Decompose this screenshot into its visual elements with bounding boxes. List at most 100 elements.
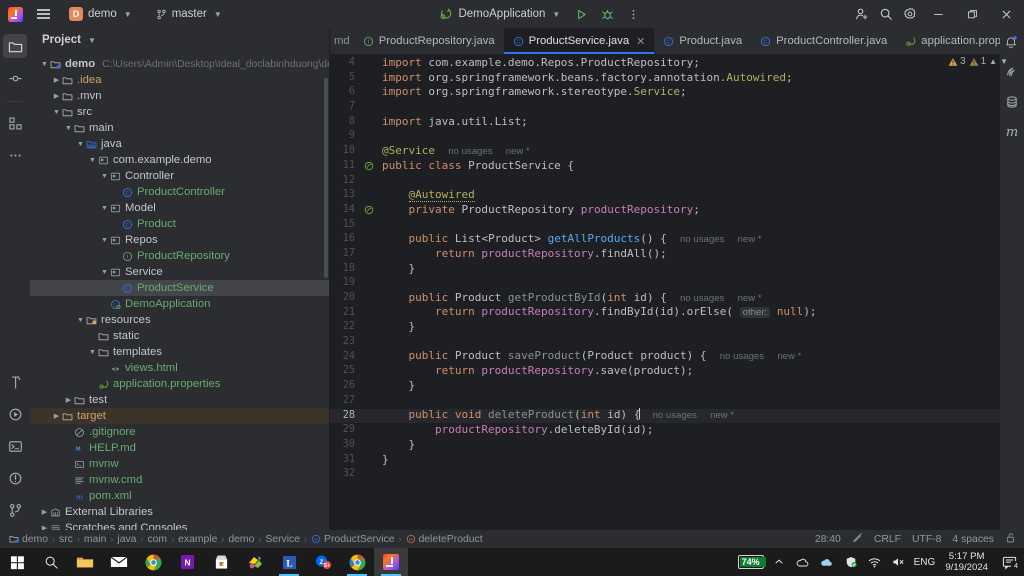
chevron-down-icon[interactable]: ▼: [87, 349, 98, 356]
language-indicator[interactable]: ENG: [914, 557, 936, 568]
line-number[interactable]: 8: [330, 115, 362, 130]
tab-productservice-java[interactable]: CProductService.java✕: [504, 28, 655, 54]
tree-node-src[interactable]: ▼src: [30, 104, 329, 120]
line-number[interactable]: 23: [330, 335, 362, 350]
chevron-down-icon[interactable]: ▼: [99, 237, 110, 244]
settings-button[interactable]: [898, 2, 922, 26]
line-number[interactable]: 11: [330, 159, 362, 174]
notifications-button[interactable]: [1000, 30, 1022, 54]
line-number[interactable]: 22: [330, 320, 362, 335]
breadcrumb-item[interactable]: Service: [264, 534, 301, 545]
security-icon[interactable]: [842, 556, 860, 568]
code-text[interactable]: }: [376, 453, 389, 468]
sidebar-item-version-control[interactable]: [3, 498, 27, 522]
chrome-button[interactable]: [136, 548, 170, 576]
app-l-button[interactable]: L: [272, 548, 306, 576]
line-number[interactable]: 6: [330, 85, 362, 100]
tree-node-controller[interactable]: ▼Controller: [30, 168, 329, 184]
tree-scrollbar[interactable]: [324, 78, 328, 278]
chevron-down-icon[interactable]: ▼: [75, 141, 86, 148]
tree-node-demo[interactable]: ▼demoC:\Users\Admin\Desktop\Ideal_doclab…: [30, 56, 329, 72]
tree-node-mvn[interactable]: ▶.mvn: [30, 88, 329, 104]
chevron-down-icon[interactable]: ▼: [99, 173, 110, 180]
maven-m-button[interactable]: m: [1001, 120, 1023, 144]
tree-node-resources[interactable]: ▼resources: [30, 312, 329, 328]
line-number[interactable]: 19: [330, 276, 362, 291]
tree-node-views-html[interactable]: <>views.html: [30, 360, 329, 376]
tree-node-mvnw-cmd[interactable]: mvnw.cmd: [30, 472, 329, 488]
code-text[interactable]: private ProductRepository productReposit…: [376, 203, 700, 218]
tree-node-model[interactable]: ▼Model: [30, 200, 329, 216]
chevron-down-icon[interactable]: ▼: [87, 157, 98, 164]
tree-node-external-libraries[interactable]: ▶External Libraries: [30, 504, 329, 520]
tree-node-test[interactable]: ▶test: [30, 392, 329, 408]
line-number[interactable]: 25: [330, 364, 362, 379]
more-actions-button[interactable]: [621, 2, 645, 26]
chevron-right-icon[interactable]: ▶: [39, 508, 50, 516]
tree-node-service[interactable]: ▼Service: [30, 264, 329, 280]
minimize-button[interactable]: [922, 0, 956, 28]
code-text[interactable]: @Autowired: [376, 188, 475, 203]
start-button[interactable]: [0, 548, 34, 576]
chevron-down-icon[interactable]: ▼: [39, 61, 50, 68]
chevron-right-icon[interactable]: ▶: [63, 396, 74, 404]
tree-node-pom-xml[interactable]: mpom.xml: [30, 488, 329, 504]
tree-node-productservice[interactable]: CProductService: [30, 280, 329, 296]
code-text[interactable]: public Product getProductById(int id) { …: [376, 291, 762, 307]
tree-node-productrepository[interactable]: IProductRepository: [30, 248, 329, 264]
taskbar-search-button[interactable]: [34, 548, 68, 576]
line-number[interactable]: 16: [330, 232, 362, 247]
sidebar-item-structure[interactable]: [3, 111, 27, 135]
tree-node-main[interactable]: ▼main: [30, 120, 329, 136]
code-text[interactable]: return productRepository.save(product);: [376, 364, 693, 379]
tree-node-templates[interactable]: ▼templates: [30, 344, 329, 360]
code-text[interactable]: import java.util.List;: [376, 115, 528, 130]
line-number[interactable]: 9: [330, 129, 362, 144]
line-number[interactable]: 15: [330, 218, 362, 233]
clock[interactable]: 5:17 PM 9/19/2024: [941, 551, 992, 573]
code-text[interactable]: return productRepository.findById(id).or…: [376, 305, 817, 321]
onenote-button[interactable]: N: [170, 548, 204, 576]
line-number[interactable]: 32: [330, 467, 362, 482]
chevron-right-icon[interactable]: ▶: [51, 412, 62, 420]
prev-problem-icon[interactable]: ▲: [989, 57, 997, 66]
unlocked-icon[interactable]: [1005, 532, 1016, 546]
breadcrumb-item[interactable]: demo: [227, 534, 255, 545]
code-text[interactable]: import com.example.demo.Repos.ProductRep…: [376, 56, 700, 71]
line-number[interactable]: 21: [330, 306, 362, 321]
inspection-widget[interactable]: 3 1 ▲ ▼: [948, 56, 1008, 67]
intellij-idea-button[interactable]: [374, 548, 408, 576]
sidebar-item-run[interactable]: [3, 402, 27, 426]
tree-node-static[interactable]: static: [30, 328, 329, 344]
warning-count[interactable]: 3: [948, 56, 966, 67]
battery-indicator[interactable]: 74%: [738, 555, 764, 569]
sidebar-item-build[interactable]: [3, 370, 27, 394]
line-separator[interactable]: CRLF: [874, 534, 901, 545]
project-tree[interactable]: ▼demoC:\Users\Admin\Desktop\Ideal_doclab…: [30, 52, 329, 538]
run-configuration-selector[interactable]: DemoApplication ▼: [432, 5, 567, 23]
line-number[interactable]: 20: [330, 291, 362, 306]
project-selector[interactable]: D demo ▼: [66, 5, 138, 23]
spring-gutter-icon[interactable]: [362, 161, 376, 171]
breadcrumb-item[interactable]: demo: [8, 534, 49, 545]
main-menu-button[interactable]: [30, 1, 56, 27]
code-with-me-button[interactable]: [850, 2, 874, 26]
search-everywhere-button[interactable]: [874, 2, 898, 26]
close-button[interactable]: [990, 0, 1024, 28]
line-number[interactable]: 4: [330, 56, 362, 71]
mail-button[interactable]: [102, 548, 136, 576]
chevron-down-icon[interactable]: ▼: [99, 269, 110, 276]
notification-center-button[interactable]: 4: [998, 555, 1020, 570]
tree-node-target[interactable]: ▶target: [30, 408, 329, 424]
microsoft-store-button[interactable]: [204, 548, 238, 576]
onedrive-icon[interactable]: [794, 557, 812, 568]
line-number[interactable]: 30: [330, 438, 362, 453]
tab-close-icon[interactable]: ✕: [636, 35, 645, 48]
tree-node-repos[interactable]: ▼Repos: [30, 232, 329, 248]
tree-node-mvnw[interactable]: mvnw: [30, 456, 329, 472]
file-encoding[interactable]: UTF-8: [912, 534, 941, 545]
tree-node-productcontroller[interactable]: CProductController: [30, 184, 329, 200]
tree-node-java[interactable]: ▼java: [30, 136, 329, 152]
chevron-down-icon[interactable]: ▼: [99, 205, 110, 212]
database-tool-button[interactable]: [1001, 90, 1023, 114]
